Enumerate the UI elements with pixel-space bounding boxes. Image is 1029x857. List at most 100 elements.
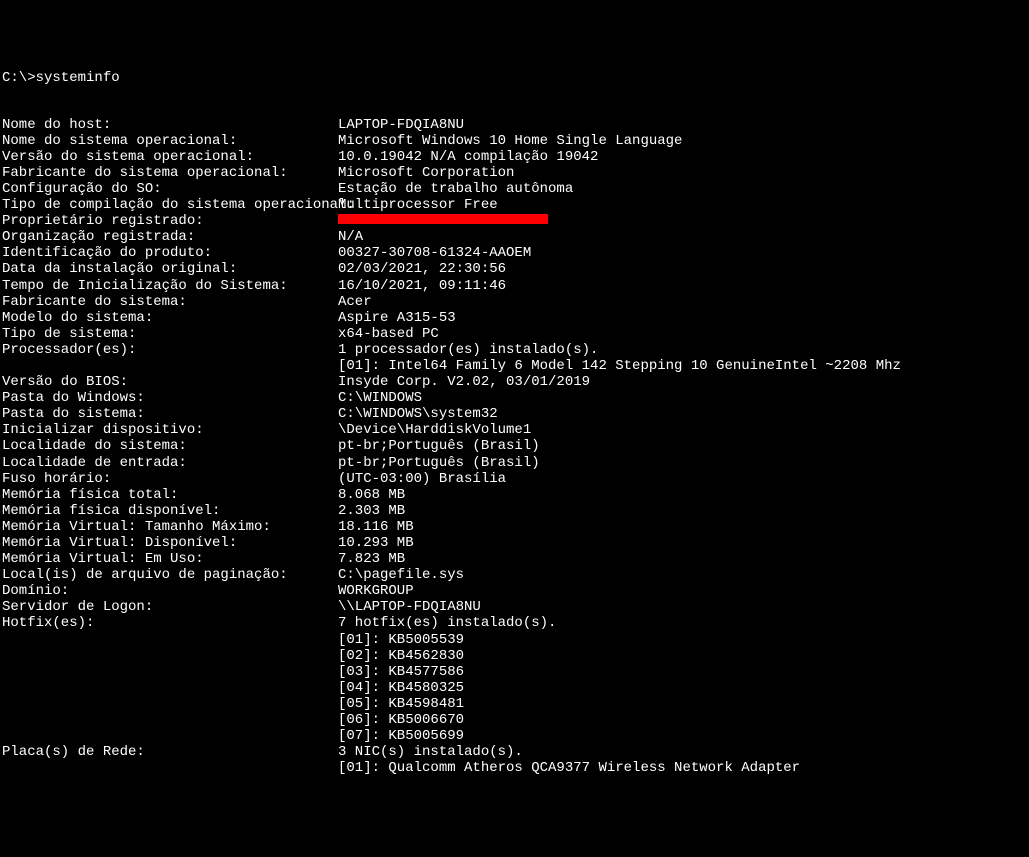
output-row: Local(is) de arquivo de paginação:C:\pag… (2, 567, 1027, 583)
row-label: Tipo de compilação do sistema operaciona… (2, 197, 338, 213)
output-row: Proprietário registrado: (2, 213, 1027, 229)
output-row: Placa(s) de Rede:3 NIC(s) instalado(s). (2, 744, 1027, 760)
row-value: Acer (338, 294, 372, 310)
output-row: Memória Virtual: Disponível:10.293 MB (2, 535, 1027, 551)
row-value: [03]: KB4577586 (338, 664, 464, 680)
output-row: Tempo de Inicialização do Sistema:16/10/… (2, 278, 1027, 294)
output-row: Memória física total:8.068 MB (2, 487, 1027, 503)
row-label: Memória Virtual: Disponível: (2, 535, 338, 551)
row-value: 18.116 MB (338, 519, 414, 535)
output-row: Servidor de Logon:\\LAPTOP-FDQIA8NU (2, 599, 1027, 615)
row-label: Fabricante do sistema: (2, 294, 338, 310)
output-row: Nome do host:LAPTOP-FDQIA8NU (2, 117, 1027, 133)
row-value: 2.303 MB (338, 503, 405, 519)
output-row: Configuração do SO:Estação de trabalho a… (2, 181, 1027, 197)
output-row: Processador(es):1 processador(es) instal… (2, 342, 1027, 358)
output-row: Organização registrada:N/A (2, 229, 1027, 245)
row-label: Hotfix(es): (2, 615, 338, 631)
output-row: [01]: Qualcomm Atheros QCA9377 Wireless … (2, 760, 1027, 776)
output-row: [07]: KB5005699 (2, 728, 1027, 744)
row-value: N/A (338, 229, 363, 245)
row-label: Organização registrada: (2, 229, 338, 245)
row-value: Insyde Corp. V2.02, 03/01/2019 (338, 374, 590, 390)
row-value: [05]: KB4598481 (338, 696, 464, 712)
row-label: Memória Virtual: Em Uso: (2, 551, 338, 567)
row-value: [02]: KB4562830 (338, 648, 464, 664)
row-value: [06]: KB5006670 (338, 712, 464, 728)
row-label: Versão do sistema operacional: (2, 149, 338, 165)
row-label: Localidade de entrada: (2, 455, 338, 471)
row-value: WORKGROUP (338, 583, 414, 599)
row-value: LAPTOP-FDQIA8NU (338, 117, 464, 133)
row-label: Tempo de Inicialização do Sistema: (2, 278, 338, 294)
output-row: Versão do BIOS:Insyde Corp. V2.02, 03/01… (2, 374, 1027, 390)
row-value: Multiprocessor Free (338, 197, 498, 213)
row-value: pt-br;Português (Brasil) (338, 455, 540, 471)
row-label: Tipo de sistema: (2, 326, 338, 342)
output-row: Hotfix(es):7 hotfix(es) instalado(s). (2, 615, 1027, 631)
row-value: 3 NIC(s) instalado(s). (338, 744, 523, 760)
row-value: 1 processador(es) instalado(s). (338, 342, 598, 358)
output-row: Memória Virtual: Em Uso:7.823 MB (2, 551, 1027, 567)
output-row: Localidade do sistema:pt-br;Português (B… (2, 438, 1027, 454)
output-row: Inicializar dispositivo:\Device\Harddisk… (2, 422, 1027, 438)
output-row: Tipo de sistema:x64-based PC (2, 326, 1027, 342)
output-row: Pasta do sistema:C:\WINDOWS\system32 (2, 406, 1027, 422)
output-row: Localidade de entrada:pt-br;Português (B… (2, 455, 1027, 471)
row-label: Nome do sistema operacional: (2, 133, 338, 149)
row-label: Nome do host: (2, 117, 338, 133)
output-row: [01]: Intel64 Family 6 Model 142 Steppin… (2, 358, 1027, 374)
row-label: Versão do BIOS: (2, 374, 338, 390)
row-label: Inicializar dispositivo: (2, 422, 338, 438)
row-value: 10.0.19042 N/A compilação 19042 (338, 149, 598, 165)
row-label: Processador(es): (2, 342, 338, 358)
row-value: 7.823 MB (338, 551, 405, 567)
output-row: Nome do sistema operacional:Microsoft Wi… (2, 133, 1027, 149)
row-value: 02/03/2021, 22:30:56 (338, 261, 506, 277)
row-value: [04]: KB4580325 (338, 680, 464, 696)
row-label: Pasta do sistema: (2, 406, 338, 422)
row-value: \Device\HarddiskVolume1 (338, 422, 531, 438)
row-label: Pasta do Windows: (2, 390, 338, 406)
row-value: 7 hotfix(es) instalado(s). (338, 615, 556, 631)
output-row: Fuso horário:(UTC-03:00) Brasília (2, 471, 1027, 487)
row-label: Memória física total: (2, 487, 338, 503)
row-label: Fuso horário: (2, 471, 338, 487)
row-value: [01]: Intel64 Family 6 Model 142 Steppin… (338, 358, 901, 374)
row-label: Local(is) de arquivo de paginação: (2, 567, 338, 583)
row-label: Proprietário registrado: (2, 213, 338, 229)
row-label: Modelo do sistema: (2, 310, 338, 326)
row-label: Fabricante do sistema operacional: (2, 165, 338, 181)
row-value: 8.068 MB (338, 487, 405, 503)
row-label: Domínio: (2, 583, 338, 599)
row-value: 10.293 MB (338, 535, 414, 551)
output-row: Memória física disponível:2.303 MB (2, 503, 1027, 519)
row-label: Localidade do sistema: (2, 438, 338, 454)
output-row: Fabricante do sistema:Acer (2, 294, 1027, 310)
row-value: 16/10/2021, 09:11:46 (338, 278, 506, 294)
output-row: [06]: KB5006670 (2, 712, 1027, 728)
output-row: [04]: KB4580325 (2, 680, 1027, 696)
row-value: \\LAPTOP-FDQIA8NU (338, 599, 481, 615)
output-row: Identificação do produto:00327-30708-613… (2, 245, 1027, 261)
output-row: [05]: KB4598481 (2, 696, 1027, 712)
row-value: Microsoft Windows 10 Home Single Languag… (338, 133, 682, 149)
output-row: Tipo de compilação do sistema operaciona… (2, 197, 1027, 213)
row-value: [07]: KB5005699 (338, 728, 464, 744)
row-value: [01]: KB5005539 (338, 632, 464, 648)
row-value: 00327-30708-61324-AAOEM (338, 245, 531, 261)
row-value: Aspire A315-53 (338, 310, 456, 326)
row-value: pt-br;Português (Brasil) (338, 438, 540, 454)
output-row: [02]: KB4562830 (2, 648, 1027, 664)
output-row: [01]: KB5005539 (2, 632, 1027, 648)
output-row: Versão do sistema operacional:10.0.19042… (2, 149, 1027, 165)
row-value: C:\WINDOWS\system32 (338, 406, 498, 422)
row-value: C:\WINDOWS (338, 390, 422, 406)
row-label: Identificação do produto: (2, 245, 338, 261)
output-row: Data da instalação original:02/03/2021, … (2, 261, 1027, 277)
row-label: Servidor de Logon: (2, 599, 338, 615)
row-label: Data da instalação original: (2, 261, 338, 277)
output-row: Modelo do sistema:Aspire A315-53 (2, 310, 1027, 326)
output-row: [03]: KB4577586 (2, 664, 1027, 680)
output-row: Fabricante do sistema operacional:Micros… (2, 165, 1027, 181)
